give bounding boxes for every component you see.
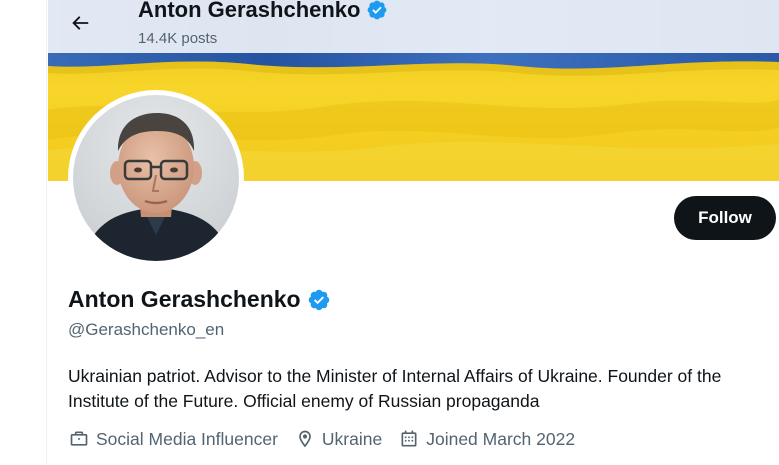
briefcase-icon [68, 428, 90, 450]
meta-location-text: Ukraine [321, 428, 383, 449]
calendar-icon [398, 428, 420, 450]
follow-button[interactable]: Follow [674, 196, 776, 240]
header-display-name: Anton Gerashchenko [138, 0, 361, 22]
profile-header-bar: Anton Gerashchenko 14.4K posts [48, 0, 779, 53]
header-post-count: 14.4K posts [138, 30, 218, 47]
meta-location: Ukraine [294, 428, 382, 450]
profile-display-name: Anton Gerashchenko [68, 286, 301, 312]
left-gutter [0, 0, 47, 465]
verified-badge-icon[interactable] [366, 0, 388, 21]
meta-category: Social Media Influencer [68, 428, 278, 450]
avatar[interactable] [68, 90, 244, 266]
profile-handle: @Gerashchenko_en [68, 320, 225, 339]
back-button[interactable] [62, 5, 98, 41]
verified-badge-icon[interactable] [307, 288, 331, 312]
profile-main: Anton Gerashchenko 14.4K posts Follow An… [48, 0, 779, 465]
meta-joined-text: Joined March 2022 [426, 428, 576, 449]
profile-bio: Ukrainian patriot. Advisor to the Minist… [68, 366, 722, 411]
meta-joined: Joined March 2022 [398, 428, 575, 450]
meta-category-text: Social Media Influencer [96, 428, 278, 449]
location-pin-icon [294, 428, 316, 450]
profile-name-row: Anton Gerashchenko [68, 286, 331, 313]
profile-meta-row: Social Media Influencer Ukraine Joined M… [68, 428, 591, 450]
header-name-row: Anton Gerashchenko [138, 0, 388, 23]
arrow-left-icon [72, 16, 89, 30]
avatar-photo [73, 95, 239, 261]
